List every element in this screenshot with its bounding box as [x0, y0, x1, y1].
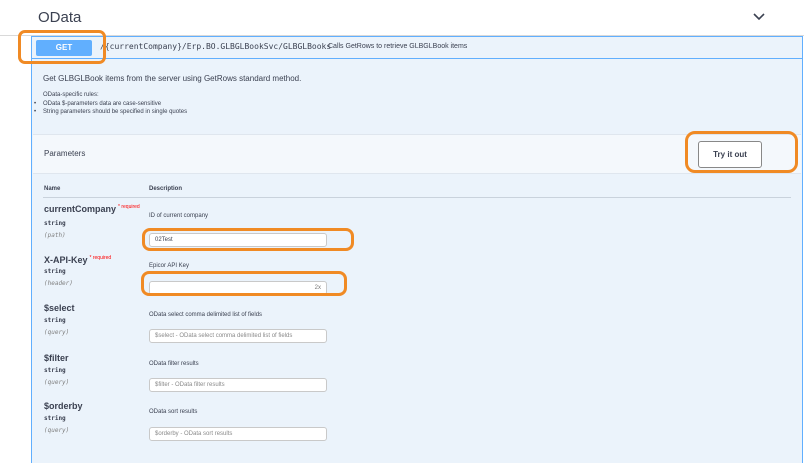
highlight-try-button [685, 131, 798, 173]
rule-item: OData $-parameters data are case-sensiti… [34, 101, 161, 107]
rule-item: String parameters should be specified in… [34, 109, 187, 115]
highlight-company-input [142, 228, 354, 251]
chevron-down-icon[interactable] [752, 11, 766, 23]
parameters-title: Parameters [44, 149, 86, 158]
param-description: ID of current company [149, 213, 209, 219]
column-header-name: Name [44, 186, 61, 192]
required-marker: * required [89, 255, 112, 261]
operation-path: /{currentCompany}/Erp.BO.GLBGLBookSvc/GL… [100, 42, 332, 51]
param-description: Epicor API Key [149, 263, 190, 269]
param-location: (header) [44, 280, 73, 287]
param-name-filter: $filter [44, 353, 69, 363]
param-location: (query) [44, 329, 70, 336]
param-name-select: $select [44, 303, 75, 313]
rules-title: OData-specific rules: [43, 92, 99, 98]
select-input[interactable]: $select - OData select comma delimited l… [149, 329, 327, 343]
filter-input[interactable]: $filter - OData filter results [149, 378, 327, 392]
section-header[interactable]: OData [0, 0, 804, 36]
section-title: OData [38, 9, 82, 26]
param-description: OData filter results [149, 361, 199, 367]
orderby-input[interactable]: $orderby - OData sort results [149, 427, 327, 441]
header-divider [43, 197, 791, 198]
param-location: (query) [44, 379, 70, 386]
highlight-api-key-input [141, 271, 347, 296]
param-description: OData sort results [149, 409, 198, 415]
param-name-x-api-key: X-API-Key * required [44, 255, 111, 265]
operation-summary[interactable]: GET /{currentCompany}/Erp.BO.GLBGLBookSv… [32, 37, 802, 59]
param-location: (query) [44, 427, 70, 434]
param-name-currentcompany: currentCompany * required [44, 204, 140, 214]
param-description: OData select comma delimited list of fie… [149, 312, 263, 318]
operation-description: Get GLBGLBook items from the server usin… [43, 74, 302, 83]
column-header-description: Description [149, 186, 183, 192]
param-type: string [44, 317, 66, 324]
param-location: (path) [44, 232, 66, 239]
param-type: string [44, 367, 66, 374]
highlight-get-badge [18, 30, 106, 64]
param-type: string [44, 415, 66, 422]
param-type: string [44, 268, 66, 275]
param-name-label: currentCompany [44, 204, 117, 214]
required-marker: * required [118, 204, 140, 210]
param-name-label: X-API-Key [44, 255, 88, 265]
operation-summary-text: Calls GetRows to retrieve GLBGLBook item… [328, 43, 468, 50]
param-type: string [44, 220, 66, 227]
param-name-orderby: $orderby [44, 401, 83, 411]
